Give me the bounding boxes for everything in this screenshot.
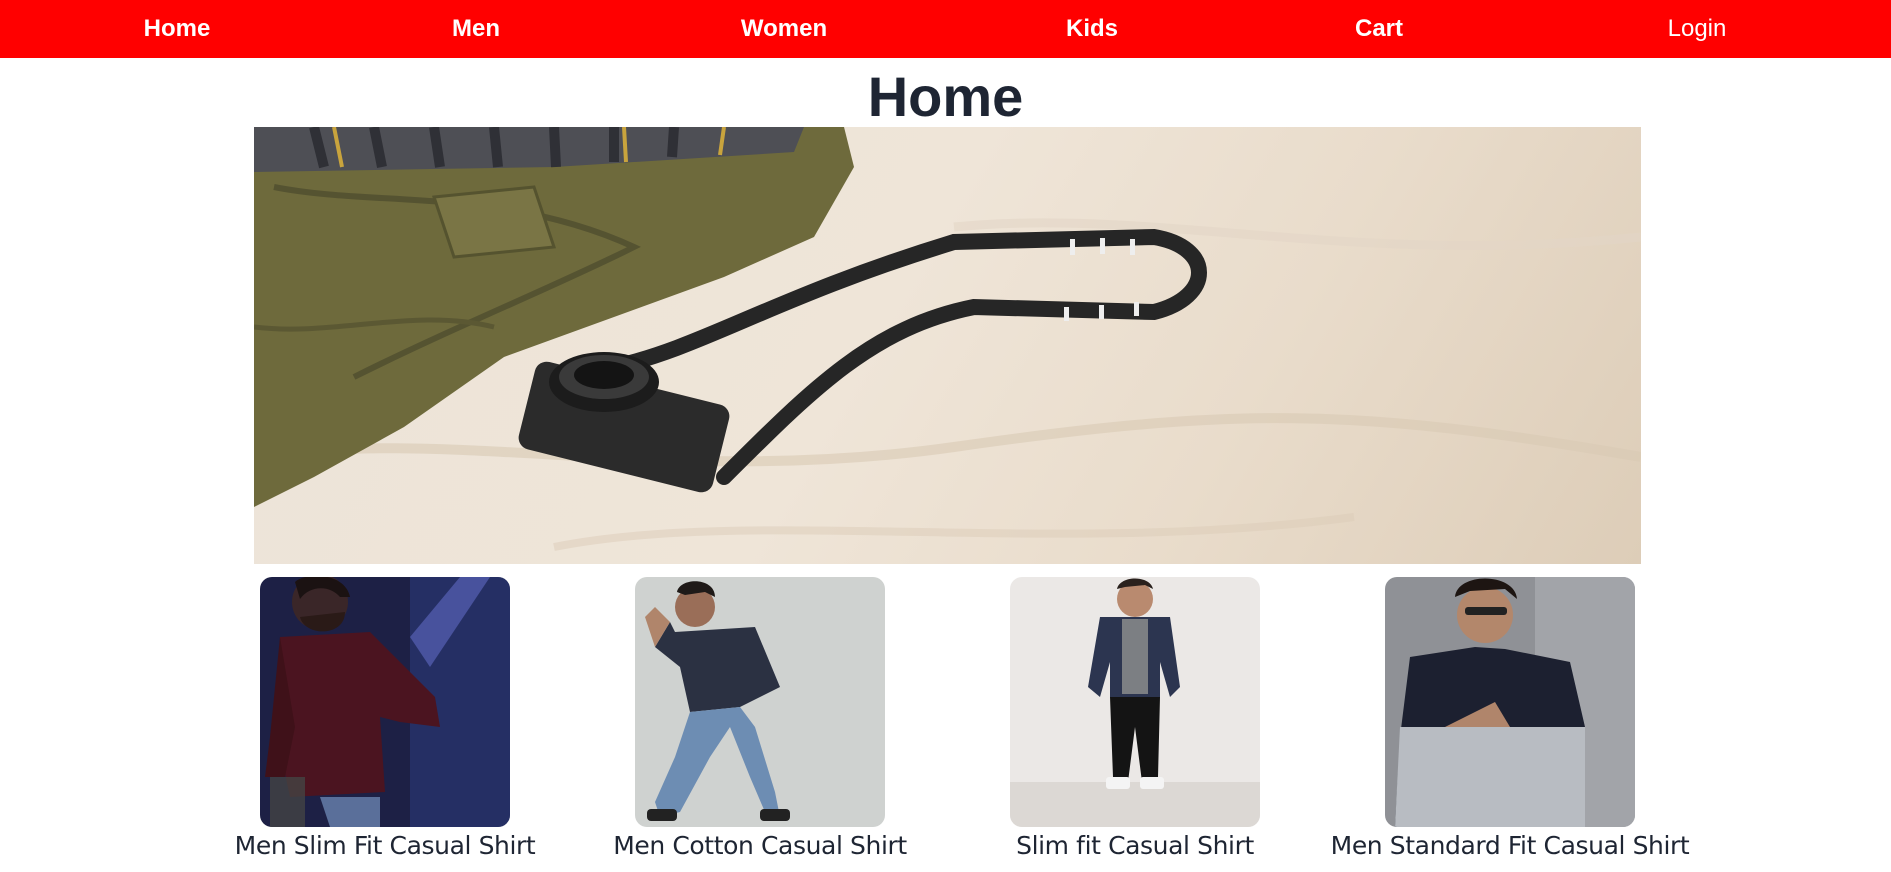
product-card[interactable]: Slim fit Casual Shirt (1010, 577, 1260, 860)
product-name[interactable]: Men Cotton Casual Shirt (613, 831, 907, 860)
nav-home-link[interactable]: Home (144, 0, 211, 58)
product-image[interactable] (1010, 577, 1260, 827)
nav-cart-link[interactable]: Cart (1355, 0, 1403, 58)
product-image[interactable] (260, 577, 510, 827)
product-image[interactable] (635, 577, 885, 827)
nav-men-link[interactable]: Men (452, 0, 500, 58)
product-image[interactable] (1385, 577, 1635, 827)
nav-login-link[interactable]: Login (1668, 0, 1727, 58)
top-navbar: Home Men Women Kids Cart Login (0, 0, 1891, 58)
product-name[interactable]: Men Standard Fit Casual Shirt (1331, 831, 1690, 860)
product-card[interactable]: Men Cotton Casual Shirt (613, 577, 907, 860)
nav-kids-link[interactable]: Kids (1066, 0, 1118, 58)
product-name[interactable]: Slim fit Casual Shirt (1016, 831, 1254, 860)
page-title: Home (867, 65, 1024, 128)
nav-women-link[interactable]: Women (741, 0, 827, 58)
product-card[interactable]: Men Standard Fit Casual Shirt (1331, 577, 1690, 860)
product-name[interactable]: Men Slim Fit Casual Shirt (235, 831, 536, 860)
product-card[interactable]: Men Slim Fit Casual Shirt (235, 577, 536, 860)
hero-banner-image (254, 127, 1641, 564)
